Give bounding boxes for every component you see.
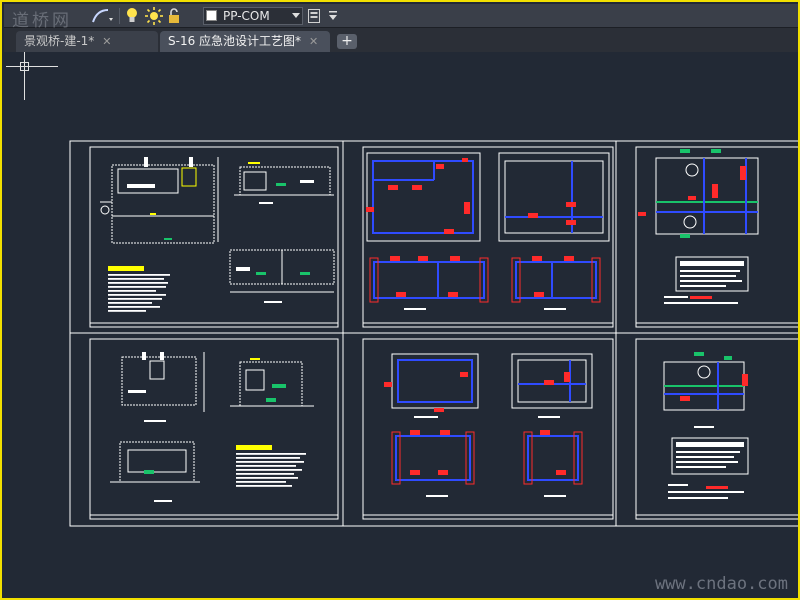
close-icon[interactable]: ✕ [102, 35, 111, 48]
site-url-watermark: www.cndao.com [654, 574, 788, 594]
sheet-5[interactable] [362, 338, 614, 520]
sheet-6[interactable] [635, 338, 800, 520]
tab-label: S-16 应急池设计工艺图* [168, 34, 302, 48]
layer-dropdown-icon [292, 13, 300, 18]
tab-drawing-2[interactable]: S-16 应急池设计工艺图* ✕ [160, 31, 330, 52]
color-swatch-icon [206, 10, 217, 21]
layer-dropdown[interactable]: PP-COM [203, 7, 303, 25]
add-tab-button[interactable]: + [337, 34, 357, 49]
sheet-3[interactable] [635, 146, 800, 328]
sheet-1[interactable] [89, 146, 339, 328]
drawing-sheets [69, 140, 800, 527]
cursor-pickbox [20, 62, 29, 71]
sheet-4[interactable] [89, 338, 339, 520]
document-tab-bar: 景观桥-建-1* ✕ S-16 应急池设计工艺图* ✕ + [4, 28, 798, 52]
close-icon[interactable]: ✕ [309, 35, 318, 48]
overflow-icon[interactable] [326, 7, 340, 25]
curve-icon[interactable] [90, 7, 114, 25]
toolbar-separator [119, 8, 120, 24]
layer-manager-icon[interactable] [307, 7, 321, 25]
sheet-2[interactable] [362, 146, 614, 328]
lightbulb-icon[interactable] [125, 7, 139, 25]
cursor-crosshair [6, 66, 58, 67]
tab-drawing-1[interactable]: 景观桥-建-1* ✕ [16, 31, 158, 52]
cursor-crosshair [24, 52, 25, 100]
app-window: 道桥网 PP-COM 景观桥-建-1* ✕ S-16 应急池设计工艺图* ✕ +… [0, 0, 800, 600]
layer-toolbar: 道桥网 PP-COM [4, 4, 798, 31]
layer-name-label: PP-COM [223, 9, 270, 23]
drawing-canvas[interactable]: www.cndao.com [4, 52, 800, 598]
lock-icon[interactable] [167, 7, 181, 25]
tab-label: 景观桥-建-1* [24, 34, 95, 48]
sun-icon[interactable] [145, 7, 163, 25]
